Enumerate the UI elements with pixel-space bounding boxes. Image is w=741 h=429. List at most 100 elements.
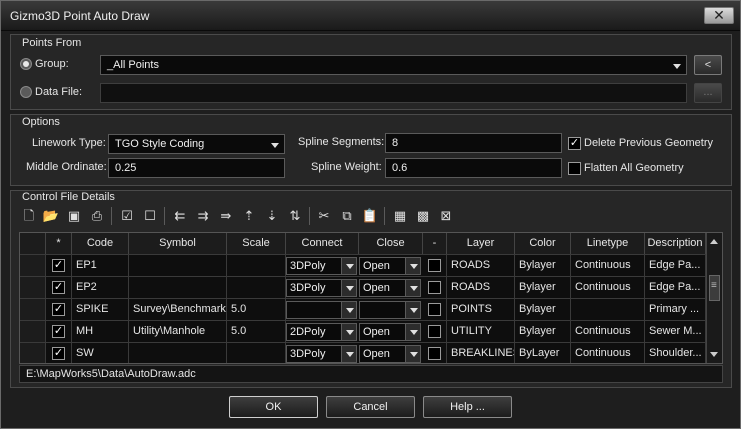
- delete-row-icon[interactable]: ⇉: [194, 207, 212, 225]
- check-all-icon[interactable]: ☑: [118, 207, 136, 225]
- datafile-field[interactable]: [100, 83, 687, 103]
- linetype-cell[interactable]: Continuous: [571, 277, 645, 299]
- close-select[interactable]: Open: [359, 257, 421, 275]
- description-cell[interactable]: Edge Pa...: [645, 255, 706, 277]
- flag-checkbox[interactable]: [428, 325, 441, 338]
- column-header[interactable]: Layer: [447, 233, 515, 254]
- connect-select[interactable]: [286, 301, 357, 319]
- description-cell[interactable]: Shoulder...: [645, 343, 706, 363]
- move-down-icon[interactable]: ⇣: [263, 207, 281, 225]
- close-select[interactable]: [359, 301, 421, 319]
- color-cell[interactable]: Bylayer: [515, 255, 571, 277]
- grid-scrollbar[interactable]: [706, 233, 722, 363]
- scroll-thumb[interactable]: [709, 275, 720, 301]
- color-cell[interactable]: Bylayer: [515, 321, 571, 343]
- column-header[interactable]: Symbol: [129, 233, 227, 254]
- layer-cell[interactable]: ROADS: [447, 255, 515, 277]
- grid-edit-icon[interactable]: ▩: [414, 207, 432, 225]
- connect-select[interactable]: 3DPoly: [286, 257, 357, 275]
- flag-checkbox[interactable]: [428, 347, 441, 360]
- cancel-button[interactable]: Cancel: [326, 396, 415, 418]
- print-icon[interactable]: ⎙: [88, 207, 106, 225]
- delete-previous-checkbox[interactable]: ✓: [568, 137, 581, 150]
- row-checkbox[interactable]: ✓: [52, 303, 65, 316]
- code-cell[interactable]: EP1: [72, 255, 129, 277]
- row-checkbox[interactable]: ✓: [52, 325, 65, 338]
- open-folder-icon[interactable]: 📂: [42, 207, 60, 225]
- column-header[interactable]: Connect: [286, 233, 359, 254]
- cut-icon[interactable]: ✂: [315, 207, 333, 225]
- grid-view-icon[interactable]: ▦: [391, 207, 409, 225]
- row-header[interactable]: [20, 277, 46, 299]
- help-button[interactable]: Help ...: [423, 396, 512, 418]
- copy-icon[interactable]: ⧉: [338, 207, 356, 225]
- row-checkbox[interactable]: ✓: [52, 281, 65, 294]
- layer-cell[interactable]: ROADS: [447, 277, 515, 299]
- sort-az-icon[interactable]: ⇅: [286, 207, 304, 225]
- close-select[interactable]: Open: [359, 323, 421, 341]
- column-header[interactable]: Description: [645, 233, 706, 254]
- column-header[interactable]: Close: [359, 233, 423, 254]
- code-cell[interactable]: SPIKE: [72, 299, 129, 321]
- row-header[interactable]: [20, 255, 46, 277]
- symbol-cell[interactable]: Survey\Benchmark: [129, 299, 227, 321]
- symbol-cell[interactable]: [129, 255, 227, 277]
- linetype-cell[interactable]: Continuous: [571, 343, 645, 363]
- code-cell[interactable]: MH: [72, 321, 129, 343]
- column-header[interactable]: -: [423, 233, 447, 254]
- group-select[interactable]: _All Points: [100, 55, 687, 75]
- row-header[interactable]: [20, 299, 46, 321]
- grid-clear-icon[interactable]: ⊠: [437, 207, 455, 225]
- browse-button[interactable]: ...: [694, 83, 722, 103]
- symbol-cell[interactable]: Utility\Manhole: [129, 321, 227, 343]
- close-button[interactable]: ✕: [704, 7, 734, 24]
- description-cell[interactable]: Edge Pa...: [645, 277, 706, 299]
- scale-cell[interactable]: 5.0: [227, 299, 286, 321]
- pick-group-button[interactable]: <: [694, 55, 722, 75]
- linework-type-select[interactable]: TGO Style Coding: [108, 134, 285, 154]
- row-header[interactable]: [20, 321, 46, 343]
- color-cell[interactable]: Bylayer: [515, 277, 571, 299]
- flag-checkbox[interactable]: [428, 281, 441, 294]
- group-radio[interactable]: [20, 58, 32, 70]
- code-cell[interactable]: EP2: [72, 277, 129, 299]
- new-file-icon[interactable]: 🗋: [20, 207, 38, 225]
- column-header[interactable]: Scale: [227, 233, 286, 254]
- column-header[interactable]: *: [46, 233, 72, 254]
- close-select[interactable]: Open: [359, 279, 421, 297]
- row-header[interactable]: [20, 343, 46, 363]
- paste-icon[interactable]: 📋: [361, 207, 379, 225]
- control-file-grid[interactable]: * Code Symbol Scale Connect Close - Laye…: [19, 232, 723, 364]
- table-row[interactable]: ✓ EP2 3DPoly Open ROADS Bylayer Continuo…: [20, 276, 706, 299]
- insert-row-icon[interactable]: ⇇: [171, 207, 189, 225]
- description-cell[interactable]: Primary ...: [645, 299, 706, 321]
- move-up-icon[interactable]: ⇡: [240, 207, 258, 225]
- save-icon[interactable]: ▣: [65, 207, 83, 225]
- close-select[interactable]: Open: [359, 345, 421, 363]
- layer-cell[interactable]: UTILITY: [447, 321, 515, 343]
- uncheck-all-icon[interactable]: ☐: [141, 207, 159, 225]
- connect-select[interactable]: 3DPoly: [286, 345, 357, 363]
- column-header[interactable]: Linetype: [571, 233, 645, 254]
- linetype-cell[interactable]: Continuous: [571, 321, 645, 343]
- scale-cell[interactable]: 5.0: [227, 321, 286, 343]
- column-header[interactable]: Color: [515, 233, 571, 254]
- flag-checkbox[interactable]: [428, 259, 441, 272]
- scale-cell[interactable]: [227, 277, 286, 299]
- description-cell[interactable]: Sewer M...: [645, 321, 706, 343]
- layer-cell[interactable]: POINTS: [447, 299, 515, 321]
- scroll-up-icon[interactable]: [710, 239, 718, 244]
- scroll-down-icon[interactable]: [710, 352, 718, 357]
- code-cell[interactable]: SW: [72, 343, 129, 363]
- scale-cell[interactable]: [227, 255, 286, 277]
- layer-cell[interactable]: BREAKLINES: [447, 343, 515, 363]
- row-checkbox[interactable]: ✓: [52, 259, 65, 272]
- symbol-cell[interactable]: [129, 277, 227, 299]
- table-row[interactable]: ✓ MH Utility\Manhole 5.0 2DPoly Open UTI…: [20, 320, 706, 343]
- row-checkbox[interactable]: ✓: [52, 347, 65, 360]
- datafile-radio[interactable]: [20, 86, 32, 98]
- table-row[interactable]: ✓ EP1 3DPoly Open ROADS Bylayer Continuo…: [20, 254, 706, 277]
- connect-select[interactable]: 3DPoly: [286, 279, 357, 297]
- table-row[interactable]: ✓ SPIKE Survey\Benchmark 5.0 POINTS Byla…: [20, 298, 706, 321]
- linetype-cell[interactable]: [571, 299, 645, 321]
